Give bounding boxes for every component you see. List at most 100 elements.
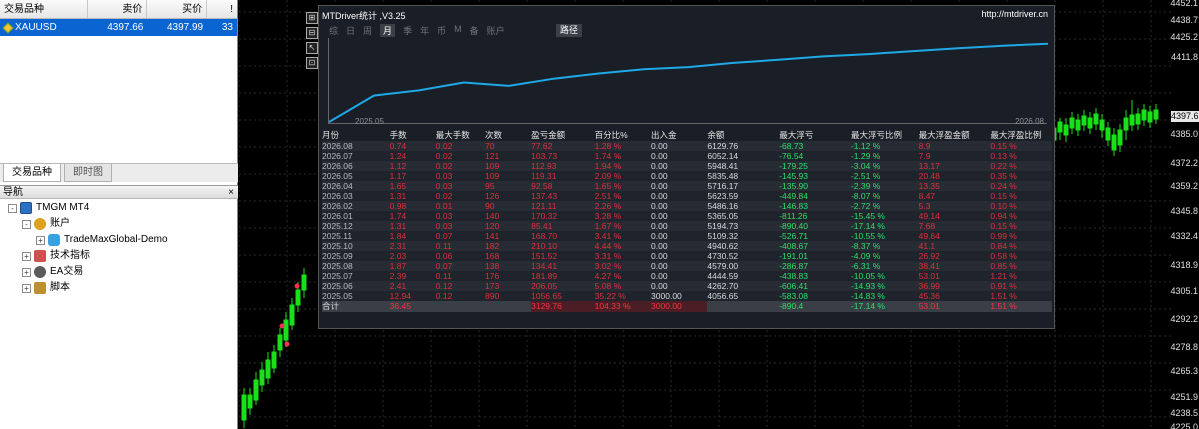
path-button[interactable]: 路径: [556, 24, 583, 37]
period-tabs: 综日周月季年币 M 备账户: [329, 24, 505, 37]
candle-body: [241, 394, 247, 421]
column-header[interactable]: 手数: [390, 129, 436, 141]
table-cell: 119.31: [531, 171, 557, 181]
table-row[interactable]: 2025.12 1.31 0.03 120 85.41 1.67 % 0.00 5194.73…: [322, 221, 1052, 231]
period-tab[interactable]: 年: [420, 24, 429, 37]
table-row[interactable]: 2026.06 1.12 0.02 109 112.93 1.94 % 0.00 5948.4…: [322, 161, 1052, 171]
panel-expand-button[interactable]: ⊞: [306, 12, 318, 24]
period-tab[interactable]: 周: [363, 24, 372, 37]
period-tab[interactable]: 综: [329, 24, 338, 37]
table-cell: 109: [484, 161, 500, 171]
tab-symbols[interactable]: 交易品种: [3, 164, 61, 182]
collapse-icon[interactable]: -: [22, 219, 31, 229]
table-row[interactable]: 2025.07 2.39 0.11 176 181.89 4.27 % 0.00 4444.5…: [322, 271, 1052, 281]
total-cell: -17.14 %: [850, 301, 885, 311]
navigator-title-bar: 导航 ×: [0, 185, 238, 199]
navigator-item[interactable]: + TradeMaxGlobal-Demo: [0, 232, 238, 248]
price-tick-label: 4345.8: [1170, 206, 1198, 216]
column-header[interactable]: 百分比%: [595, 129, 651, 141]
table-cell: 45.36: [918, 291, 940, 301]
period-tab[interactable]: 币: [437, 24, 446, 37]
table-cell: 134.41: [531, 261, 558, 271]
table-row[interactable]: 2026.02 0.98 0.01 90 121.11 2.26 % 0.00 5486.16…: [322, 201, 1052, 211]
table-row[interactable]: 2025.11 1.84 0.07 141 168.70 3.41 % 0.00 5109.3…: [322, 231, 1052, 241]
navigator-item-label: TMGM MT4: [36, 202, 90, 213]
table-cell: 0.01: [435, 201, 453, 211]
table-cell: 1.87: [389, 261, 407, 271]
table-row[interactable]: 2025.10 2.31 0.11 182 210.10 4.44 % 0.00 4940.6…: [322, 241, 1052, 251]
table-row[interactable]: 2025.09 2.03 0.06 168 151.52 3.31 % 0.00 4730.5…: [322, 251, 1052, 261]
candle-body: [1147, 111, 1153, 123]
panel-url-link[interactable]: http://mtdriver.cn: [981, 9, 1048, 19]
table-cell: 0.07: [435, 261, 453, 271]
table-cell: 0.02: [435, 191, 453, 201]
table-cell: 0.00: [651, 211, 668, 221]
table-cell: 0.07: [435, 231, 453, 241]
table-cell: 170.32: [531, 211, 558, 221]
column-header[interactable]: 最大浮亏: [779, 129, 851, 141]
left-panels: 交易品种 卖价 买价 ! XAUUSD 4397.66 4397.99 33 交…: [0, 0, 238, 429]
navigator-item[interactable]: + 技术指标: [0, 248, 238, 264]
table-cell: -890.40: [779, 221, 809, 231]
expand-icon[interactable]: +: [22, 267, 31, 277]
table-row[interactable]: 2026.04 1.65 0.03 95 92.58 1.65 % 0.00 5716.17 -…: [322, 181, 1052, 191]
column-header[interactable]: 余额: [707, 129, 779, 141]
tab-tick-chart[interactable]: 即时图: [64, 164, 112, 182]
table-row[interactable]: 2025.05 12.94 0.12 890 1056.65 35.22 % 3000.00…: [322, 291, 1052, 301]
table-cell: 1.31: [389, 221, 407, 231]
mw-col-ask[interactable]: 买价: [147, 0, 208, 18]
column-header[interactable]: 次数: [485, 129, 531, 141]
column-header[interactable]: 最大手数: [436, 129, 485, 141]
expand-icon[interactable]: +: [22, 251, 31, 261]
period-tab[interactable]: M: [454, 24, 462, 37]
table-cell: 12.94: [389, 291, 411, 301]
expand-icon[interactable]: +: [22, 283, 31, 293]
equity-chart: [328, 38, 1049, 124]
table-row[interactable]: 2026.08 0.74 0.02 70 77.62 1.28 % 0.00 6129.76 -…: [322, 141, 1052, 151]
table-cell: 1.24: [389, 151, 407, 161]
mw-col-spread[interactable]: !: [207, 0, 237, 18]
table-row[interactable]: 2026.03 1.31 0.02 126 137.43 2.51 % 0.00 5623.5…: [322, 191, 1052, 201]
period-tab[interactable]: 季: [403, 24, 412, 37]
table-row[interactable]: 2026.07 1.24 0.02 121 103.73 1.74 % 0.00 6052.1…: [322, 151, 1052, 161]
expand-icon[interactable]: +: [36, 235, 45, 245]
navigator-item[interactable]: + EA交易: [0, 264, 238, 280]
table-cell: 5109.32: [707, 231, 739, 241]
navigator-item[interactable]: - TMGM MT4: [0, 200, 238, 216]
column-header[interactable]: 盈亏金额: [531, 129, 595, 141]
panel-cursor-button[interactable]: ↖: [306, 42, 318, 54]
mw-row-xauusd[interactable]: XAUUSD 4397.66 4397.99 33: [0, 19, 237, 36]
candle-body: [259, 369, 265, 386]
period-tab[interactable]: 备: [470, 24, 479, 37]
table-cell: -15.45 %: [850, 211, 885, 221]
period-tab[interactable]: 月: [380, 24, 396, 37]
column-header[interactable]: 最大浮盈比例: [990, 129, 1052, 141]
panel-collapse-button[interactable]: ⊟: [306, 27, 318, 39]
monitor-icon: [20, 202, 32, 214]
navigator-item[interactable]: - 账户: [0, 216, 238, 232]
panel-window-button[interactable]: ⊡: [306, 57, 318, 69]
period-tab[interactable]: 账户: [487, 24, 505, 37]
total-cell: [436, 301, 485, 312]
period-tab[interactable]: 日: [346, 24, 355, 37]
table-row[interactable]: 2026.05 1.17 0.03 109 119.31 2.09 % 0.00 5835.4…: [322, 171, 1052, 181]
table-row[interactable]: 2025.06 2.41 0.12 173 206.05 5.08 % 0.00 4262.7…: [322, 281, 1052, 291]
column-header[interactable]: 最大浮亏比例: [851, 129, 919, 141]
table-cell: 0.06: [435, 251, 453, 261]
navigator-close-icon[interactable]: ×: [228, 186, 234, 199]
script-icon: [34, 282, 46, 294]
table-cell: -191.01: [779, 251, 809, 261]
column-header[interactable]: 月份: [322, 129, 390, 141]
table-cell: 5.08 %: [594, 281, 622, 291]
column-header[interactable]: 出入金: [651, 129, 707, 141]
mw-col-symbol[interactable]: 交易品种: [0, 0, 88, 18]
navigator-item[interactable]: + 脚本: [0, 280, 238, 296]
collapse-icon[interactable]: -: [8, 203, 17, 213]
mw-col-bid[interactable]: 卖价: [88, 0, 148, 18]
table-cell: 1.67 %: [594, 221, 622, 231]
column-header[interactable]: 最大浮盈金额: [919, 129, 991, 141]
trade-marker: [279, 323, 285, 329]
table-row[interactable]: 2026.01 1.74 0.03 140 170.32 3.28 % 0.00 5365.0…: [322, 211, 1052, 221]
table-cell: 2025.08: [322, 261, 353, 271]
table-row[interactable]: 2025.08 1.87 0.07 138 134.41 3.02 % 0.00 4579.0…: [322, 261, 1052, 271]
